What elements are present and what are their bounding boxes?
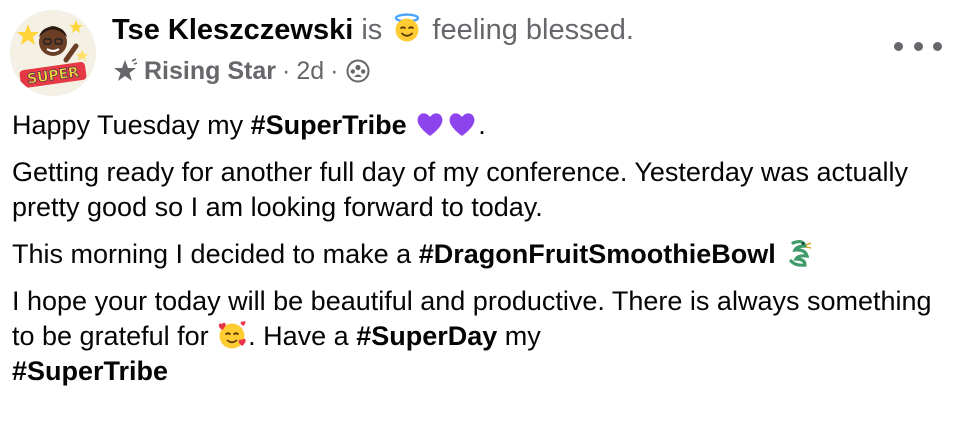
author-name[interactable]: Tse Kleszczewski (112, 14, 353, 46)
meta-separator: · (330, 57, 339, 85)
paragraph-text: . (478, 110, 486, 140)
author-avatar[interactable]: SUPER (10, 10, 96, 96)
hashtag-link[interactable]: #SuperTribe (251, 110, 407, 140)
author-line: Tse Kleszczewski is feeling blessed. (112, 10, 962, 50)
avatar-image: SUPER (10, 10, 96, 96)
post-paragraph: This morning I decided to make a #Dragon… (12, 237, 946, 272)
hashtag-link[interactable]: #DragonFruitSmoothieBowl (419, 239, 776, 269)
more-horizontal-icon (913, 41, 923, 51)
more-options-button[interactable] (894, 36, 942, 56)
hashtag-link[interactable]: #SuperTribe (12, 356, 168, 386)
paragraph-text: Getting ready for another full day of my… (12, 157, 908, 222)
post-timestamp[interactable]: 2d (296, 55, 324, 87)
post-body: Happy Tuesday my #SuperTribe . Getting r… (12, 108, 946, 401)
purple-heart-icon (417, 113, 443, 136)
more-horizontal-icon (933, 41, 942, 51)
rising-star-badge[interactable]: Rising Star (144, 55, 276, 87)
post-header: Tse Kleszczewski is feeling blessed. Ris… (112, 10, 962, 87)
paragraph-text: . Have a (248, 321, 357, 351)
activity-is: is (361, 14, 383, 46)
activity-feeling[interactable]: feeling blessed. (432, 14, 634, 46)
post-paragraph: I hope your today will be beautiful and … (12, 284, 946, 389)
smiling-face-with-halo-icon (395, 13, 420, 42)
paragraph-text: This morning I decided to make a (12, 239, 419, 269)
meta-separator: · (281, 57, 291, 85)
post-paragraph: Getting ready for another full day of my… (12, 155, 946, 225)
dragon-icon (789, 239, 812, 267)
post-paragraph: Happy Tuesday my #SuperTribe . (12, 108, 946, 143)
hashtag-link[interactable]: #SuperDay (356, 321, 497, 351)
more-horizontal-icon (894, 41, 903, 51)
purple-heart-icon (449, 113, 475, 136)
group-audience-icon[interactable] (346, 59, 370, 83)
post-meta: Rising Star · 2d · (112, 55, 962, 87)
paragraph-text: my (497, 321, 541, 351)
rising-star-icon (114, 58, 138, 81)
smiling-face-with-hearts-icon (218, 321, 246, 349)
paragraph-text: Happy Tuesday my (12, 110, 251, 140)
